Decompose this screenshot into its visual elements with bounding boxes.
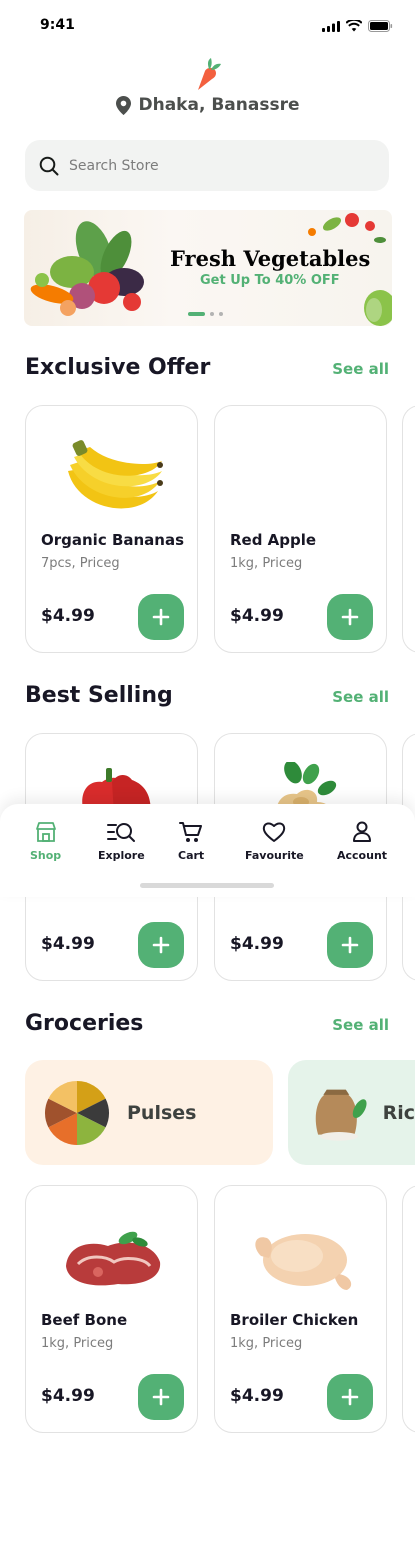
- search-icon: [39, 156, 59, 175]
- product-image: [26, 1206, 199, 1306]
- carousel-dots: [188, 312, 223, 316]
- plus-icon: [152, 936, 170, 954]
- product-card-peek[interactable]: [402, 405, 415, 653]
- plus-icon: [152, 1388, 170, 1406]
- carousel-dot[interactable]: [219, 312, 223, 316]
- add-to-cart-button[interactable]: [327, 594, 373, 640]
- product-image: [215, 426, 388, 526]
- grocery-category-rice[interactable]: Ric: [288, 1060, 415, 1165]
- product-card[interactable]: Organic Bananas 7pcs, Priceg $4.99: [25, 405, 198, 653]
- product-price: $4.99: [41, 934, 95, 954]
- home-indicator: [140, 883, 274, 888]
- product-price: $4.99: [41, 1386, 95, 1406]
- add-to-cart-button[interactable]: [327, 1374, 373, 1420]
- tab-label: Shop: [30, 849, 62, 862]
- location-text: Dhaka, Banassre: [138, 95, 300, 115]
- heart-icon: [263, 822, 286, 842]
- battery-icon: [368, 20, 393, 32]
- product-name: Organic Bananas: [41, 531, 185, 549]
- product-image: [26, 426, 199, 526]
- section-title-groceries: Groceries: [25, 1011, 144, 1036]
- banner-title: Fresh Vegetables: [170, 246, 371, 271]
- bottom-tab-bar: Shop Explore Cart Favourite Account: [0, 804, 415, 897]
- search-input[interactable]: Search Store: [25, 140, 389, 191]
- beef-icon: [65, 1231, 160, 1286]
- carrot-logo-icon: [198, 58, 221, 90]
- tab-account[interactable]: Account: [337, 821, 387, 862]
- product-qty: 1kg, Priceg: [230, 1336, 303, 1351]
- product-qty: 1kg, Priceg: [230, 556, 303, 571]
- product-price: $4.99: [41, 606, 95, 626]
- wifi-icon: [346, 20, 362, 32]
- carousel-dot-active[interactable]: [188, 312, 205, 316]
- location-pin-icon: [115, 95, 131, 115]
- product-image: [215, 1206, 388, 1306]
- product-name: Broiler Chicken: [230, 1311, 359, 1329]
- product-qty: 7pcs, Priceg: [41, 556, 120, 571]
- grocery-category-label: Pulses: [127, 1101, 197, 1124]
- chicken-icon: [254, 1234, 351, 1290]
- tab-cart[interactable]: Cart: [178, 821, 204, 862]
- carousel-dot[interactable]: [210, 312, 214, 316]
- plus-icon: [341, 608, 359, 626]
- product-qty: 1kg, Priceg: [41, 1336, 114, 1351]
- pulses-icon: [44, 1080, 110, 1145]
- grocery-category-pulses[interactable]: Pulses: [25, 1060, 273, 1165]
- plus-icon: [341, 1388, 359, 1406]
- tab-label: Cart: [178, 849, 205, 862]
- product-price: $4.99: [230, 606, 284, 626]
- product-card[interactable]: Red Apple 1kg, Priceg $4.99: [214, 405, 387, 653]
- tab-label: Explore: [98, 849, 145, 862]
- see-all-exclusive-link[interactable]: See all: [332, 360, 389, 378]
- product-card-peek[interactable]: [402, 1185, 415, 1433]
- explore-icon: [107, 823, 136, 842]
- banner-subtitle: Get Up To 40% OFF: [200, 273, 340, 288]
- plus-icon: [341, 936, 359, 954]
- product-card[interactable]: Broiler Chicken 1kg, Priceg $4.99: [214, 1185, 387, 1433]
- product-price: $4.99: [230, 1386, 284, 1406]
- plus-icon: [152, 608, 170, 626]
- promo-banner[interactable]: Fresh Vegetables Get Up To 40% OFF: [24, 210, 392, 326]
- rice-sack-icon: [315, 1089, 367, 1141]
- product-card[interactable]: Beef Bone 1kg, Priceg $4.99: [25, 1185, 198, 1433]
- product-price: $4.99: [230, 934, 284, 954]
- signal-icon: [322, 20, 340, 32]
- grocery-category-label: Ric: [382, 1101, 415, 1124]
- status-time: 9:41: [40, 17, 75, 33]
- product-name: Beef Bone: [41, 1311, 128, 1329]
- location[interactable]: Dhaka, Banassre: [0, 95, 415, 115]
- section-title-best-selling: Best Selling: [25, 683, 173, 708]
- see-all-best-selling-link[interactable]: See all: [332, 688, 389, 706]
- tab-label: Favourite: [245, 849, 304, 862]
- tab-shop[interactable]: Shop: [30, 821, 61, 862]
- shop-icon: [35, 822, 56, 842]
- add-to-cart-button[interactable]: [138, 594, 184, 640]
- tab-favourite[interactable]: Favourite: [245, 821, 304, 862]
- section-title-exclusive: Exclusive Offer: [25, 355, 211, 380]
- see-all-groceries-link[interactable]: See all: [332, 1016, 389, 1034]
- search-placeholder: Search Store: [69, 157, 159, 174]
- status-icons: [322, 20, 393, 32]
- product-name: Red Apple: [230, 531, 317, 549]
- cart-icon: [179, 822, 203, 842]
- add-to-cart-button[interactable]: [138, 1374, 184, 1420]
- add-to-cart-button[interactable]: [138, 922, 184, 968]
- add-to-cart-button[interactable]: [327, 922, 373, 968]
- tab-explore[interactable]: Explore: [98, 821, 145, 862]
- status-bar: 9:41: [0, 0, 415, 50]
- vegetables-illustration-icon: [30, 221, 144, 316]
- account-icon: [353, 821, 372, 842]
- tab-label: Account: [337, 849, 388, 862]
- banana-icon: [67, 440, 163, 509]
